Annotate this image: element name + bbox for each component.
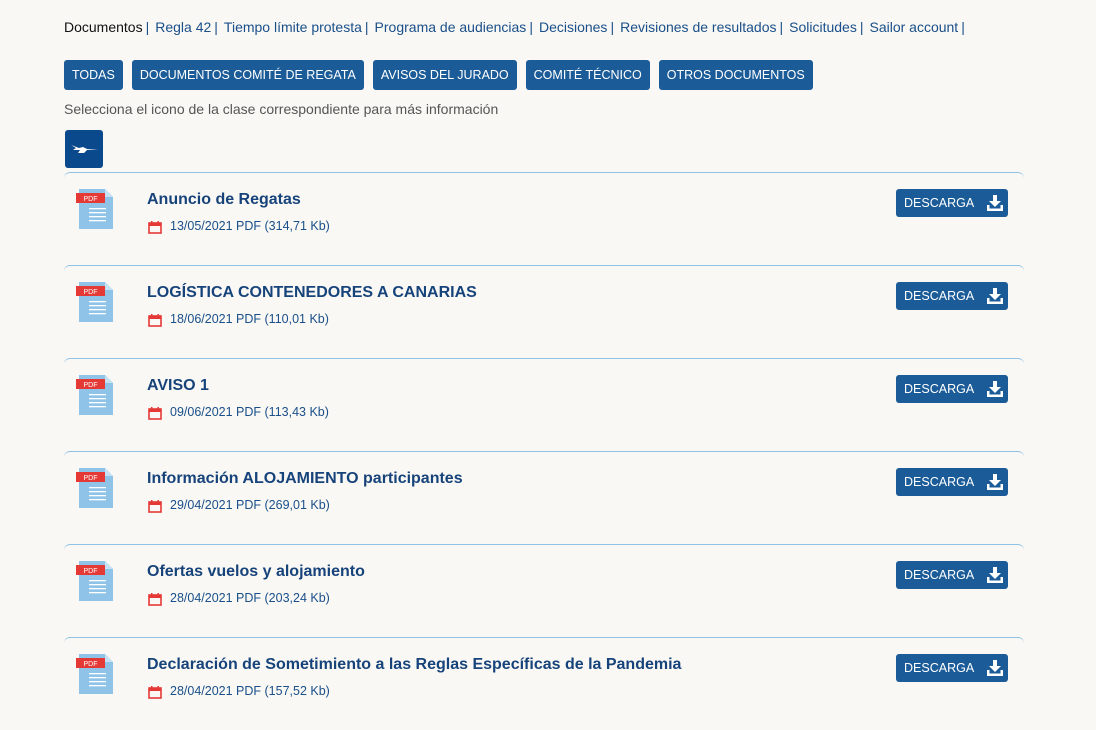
document-title-link[interactable]: Ofertas vuelos y alojamiento [147, 563, 365, 581]
calendar-icon [148, 593, 162, 606]
download-icon [987, 287, 1004, 304]
pdf-badge-text: PDF [84, 475, 98, 482]
pdf-file-icon: PDF [76, 654, 113, 694]
pdf-badge-text: PDF [84, 196, 98, 203]
document-item: PDF Declaración de Sometimiento a las Re… [64, 637, 1024, 729]
document-date-size: 18/06/2021 PDF (110,01 Kb) [170, 311, 329, 326]
document-meta: 28/04/2021 PDF (203,24 Kb) [148, 589, 330, 606]
download-button[interactable]: DESCARGA [896, 561, 1008, 589]
pdf-file-icon: PDF [76, 468, 113, 508]
document-title-link[interactable]: Anuncio de Regatas [147, 191, 301, 209]
download-button[interactable]: DESCARGA [896, 189, 1008, 217]
document-date-size: 28/04/2021 PDF (203,24 Kb) [170, 590, 330, 605]
nav-item-solicitudes[interactable]: Solicitudes [789, 19, 857, 35]
document-date-size: 13/05/2021 PDF (314,71 Kb) [170, 218, 330, 233]
filter-button[interactable]: OTROS DOCUMENTOS [658, 60, 813, 90]
nav-item-documentos[interactable]: Documentos [64, 19, 143, 35]
nav-item-programa-de-audiencias[interactable]: Programa de audiencias [375, 19, 527, 35]
download-button[interactable]: DESCARGA [896, 282, 1008, 310]
top-navigation: Documentos | Regla 42 | Tiempo límite protes… [64, 19, 971, 35]
document-title-link[interactable]: AVISO 1 [147, 377, 209, 395]
document-title-link[interactable]: LOGÍSTICA CONTENEDORES A CANARIAS [147, 284, 477, 302]
document-date-size: 28/04/2021 PDF (157,52 Kb) [170, 683, 330, 698]
nav-item-regla-42[interactable]: Regla 42 [155, 19, 211, 35]
document-item: PDF LOGÍSTICA CONTENEDORES A CANARIAS 18… [64, 265, 1024, 357]
document-date-size: 29/04/2021 PDF (269,01 Kb) [170, 497, 330, 512]
calendar-icon [148, 314, 162, 327]
nav-separator: | [214, 19, 218, 35]
document-item: PDF Anuncio de Regatas 13/05/2021 PDF (3… [64, 172, 1024, 264]
download-label: DESCARGA [904, 196, 975, 210]
document-title-link[interactable]: Información ALOJAMIENTO participantes [147, 470, 463, 488]
nav-separator: | [961, 19, 965, 35]
download-button[interactable]: DESCARGA [896, 375, 1008, 403]
download-label: DESCARGA [904, 661, 975, 675]
document-meta: 13/05/2021 PDF (314,71 Kb) [148, 217, 330, 234]
nav-item-tiempo-límite-protesta[interactable]: Tiempo límite protesta [224, 19, 362, 35]
download-icon [987, 659, 1004, 676]
download-icon [987, 566, 1004, 583]
nav-separator: | [145, 19, 150, 35]
nav-separator: | [779, 19, 784, 35]
download-label: DESCARGA [904, 289, 975, 303]
pdf-file-icon: PDF [76, 561, 113, 601]
document-title-link[interactable]: Declaración de Sometimiento a las Reglas… [147, 656, 681, 674]
calendar-icon [148, 500, 162, 513]
document-meta: 28/04/2021 PDF (157,52 Kb) [148, 682, 330, 699]
document-meta: 09/06/2021 PDF (113,43 Kb) [148, 403, 329, 420]
document-meta: 18/06/2021 PDF (110,01 Kb) [148, 310, 329, 327]
filter-button[interactable]: AVISOS DEL JURADO [372, 60, 517, 90]
document-list: PDF Anuncio de Regatas 13/05/2021 PDF (3… [64, 172, 1024, 730]
filter-button[interactable]: COMITÉ TÉCNICO [525, 60, 650, 90]
download-icon [987, 194, 1004, 211]
pdf-file-icon: PDF [76, 375, 113, 415]
class-hint-text: Selecciona el icono de la clase correspo… [64, 101, 499, 117]
pdf-badge-text: PDF [84, 382, 98, 389]
download-label: DESCARGA [904, 382, 975, 396]
calendar-icon [148, 407, 162, 420]
document-meta: 29/04/2021 PDF (269,01 Kb) [148, 496, 330, 513]
download-button[interactable]: DESCARGA [896, 654, 1008, 682]
nav-separator: | [610, 19, 615, 35]
nav-separator: | [529, 19, 533, 35]
download-icon [987, 473, 1004, 490]
download-label: DESCARGA [904, 475, 975, 489]
calendar-icon [148, 221, 162, 234]
nav-item-sailor-account[interactable]: Sailor account [869, 19, 958, 35]
nav-item-revisiones-de-resultados[interactable]: Revisiones de resultados [620, 19, 776, 35]
nav-separator: | [364, 19, 369, 35]
pdf-badge-text: PDF [84, 661, 98, 668]
filter-button[interactable]: DOCUMENTOS COMITÉ DE REGATA [131, 60, 364, 90]
filter-button[interactable]: TODAS [64, 60, 123, 90]
document-item: PDF AVISO 1 09/06/2021 PDF (113,43 Kb) D… [64, 358, 1024, 450]
download-button[interactable]: DESCARGA [896, 468, 1008, 496]
filter-bar: TODAS DOCUMENTOS COMITÉ DE REGATA AVISOS D… [64, 60, 813, 90]
document-date-size: 09/06/2021 PDF (113,43 Kb) [170, 404, 329, 419]
pdf-file-icon: PDF [76, 189, 113, 229]
boat-class-button[interactable] [65, 130, 103, 168]
download-icon [987, 380, 1004, 397]
pdf-file-icon: PDF [76, 282, 113, 322]
nav-item-decisiones[interactable]: Decisiones [539, 19, 607, 35]
bird-class-icon [71, 145, 98, 153]
document-item: PDF Ofertas vuelos y alojamiento 28/04/2… [64, 544, 1024, 636]
document-item: PDF Información ALOJAMIENTO participante… [64, 451, 1024, 543]
calendar-icon [148, 686, 162, 699]
pdf-badge-text: PDF [84, 289, 98, 296]
pdf-badge-text: PDF [84, 568, 98, 575]
download-label: DESCARGA [904, 568, 975, 582]
nav-separator: | [859, 19, 864, 35]
